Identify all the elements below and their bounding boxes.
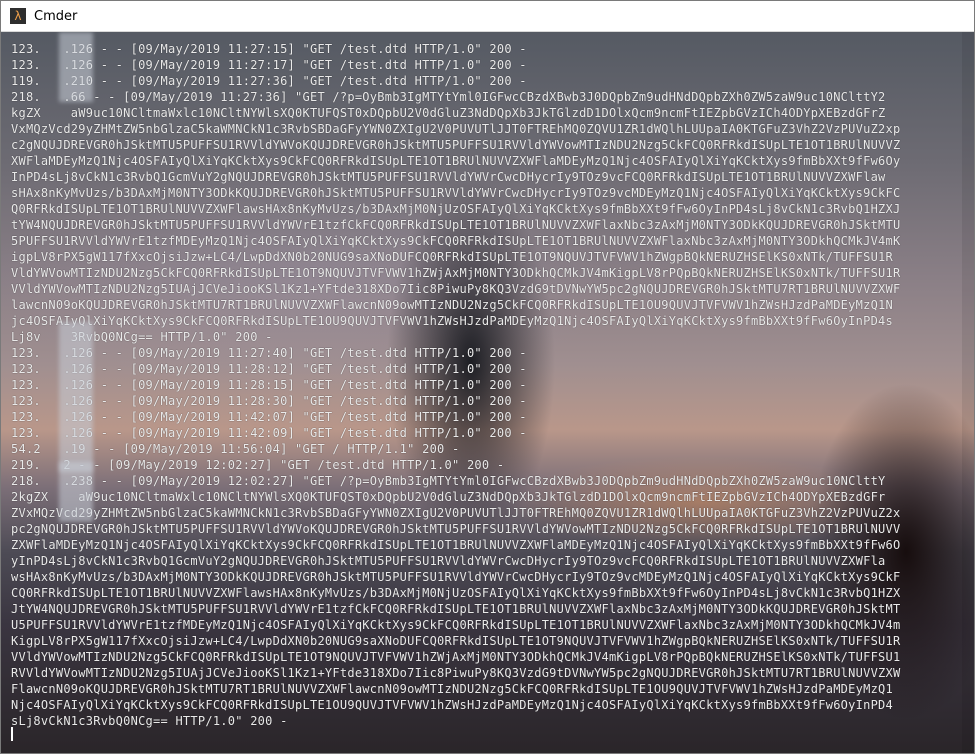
console-line: 218. .238 - - [09/May/2019 12:02:27] "GE… [11, 474, 886, 488]
console-line: 2kgZX aW9uc10NCltmaWxlc10NCltNYWlsXQ0KTU… [11, 490, 886, 504]
console-line: RVVldYWVowMTIzNDU2Nzg5IUAjJCVeJiooKSl1Kz… [11, 666, 901, 680]
window-title: Cmder [34, 8, 78, 24]
cmder-window: λ Cmder 123. .126 - - [09/May/2019 11:27… [0, 0, 975, 754]
console-line: Q0RFRkdISUpLTE1OT1BRUlNUVVZXWFlawsHAx8nK… [11, 202, 901, 216]
console-line: c2gNQUJDREVGR0hJSktMTU5PUFFSU1RVVldYWVoK… [11, 138, 901, 152]
console-line: yInPD4sLj8vCkN1c3RvbQ1GcmVuY2gNQUJDREVGR… [11, 554, 886, 568]
scrollbar[interactable] [962, 32, 974, 753]
lambda-icon: λ [10, 8, 26, 24]
console-line: ZVxMQzVcd29yZHMtZW5nbGlzaC5kaWMNCkN1c3Rv… [11, 506, 901, 520]
console-line: kgZX aW9uc10NCltmaWxlc10NCltNYWlsXQ0KTUF… [11, 106, 886, 120]
console-line: U5PUFFSU1RVVldYWVrE1tzfMDEyMzQ1Njc4OSFAI… [11, 618, 901, 632]
redaction-blur [59, 32, 93, 102]
redaction-blur [59, 322, 93, 472]
console-line: tYW4NQUJDREVGR0hJSktMTU5PUFFSU1RVVldYWVr… [11, 218, 901, 232]
redaction-blur [59, 462, 93, 522]
console-line: FlawcnN09oKQUJDREVGR0hJSktMTU7RT1BRUlNUV… [11, 682, 894, 696]
console-line: InPD4sLj8vCkN1c3RvbQ1GcmVuY2gNQUJDREVGR0… [11, 170, 886, 184]
console-line: Njc4OSFAIyQlXiYqKCktXys9CkFCQ0RFRkdISUpL… [11, 698, 894, 712]
console-line: CQ0RFRkdISUpLTE1OT1BRUlNUVVZXWFlawsHAx8n… [11, 586, 901, 600]
console-line: VVldYWVowMTIzNDU2Nzg5CkFCQ0RFRkdISUpLTE1… [11, 650, 901, 664]
console-line: 218. .66 - - [09/May/2019 11:27:36] "GET… [11, 90, 886, 104]
console-line: VldYWVowMTIzNDU2Nzg5CkFCQ0RFRkdISUpLTE1O… [11, 266, 901, 280]
console-line: wsHAx8nKyMvUzs/b3DAxMjM0NTY3ODkKQUJDREVG… [11, 570, 901, 584]
console-line: jc4OSFAIyQlXiYqKCktXys9CkFCQ0RFRkdISUpLT… [11, 314, 894, 328]
console-line: lawcnN09oKQUJDREVGR0hJSktMTU7RT1BRUlNUVV… [11, 298, 894, 312]
console-line: 5PUFFSU1RVVldYWVrE1tzfMDEyMzQ1Njc4OSFAIy… [11, 234, 901, 248]
text-cursor [11, 727, 13, 741]
console-line: VxMQzVcd29yZHMtZW5nbGlzaC5kaWMNCkN1c3Rvb… [11, 122, 901, 136]
console-line: KigpLV8rPX5gW117fXxcOjsiJzw+LC4/LwpDdXN0… [11, 634, 901, 648]
title-bar[interactable]: λ Cmder [1, 1, 974, 32]
console-line: sHAx8nKyMvUzs/b3DAxMjM0NTY3ODkKQUJDREVGR… [11, 186, 901, 200]
console-line: XWFlaMDEyMzQ1Njc4OSFAIyQlXiYqKCktXys9CkF… [11, 154, 901, 168]
terminal-console[interactable]: 123. .126 - - [09/May/2019 11:27:15] "GE… [1, 32, 974, 753]
console-line: sLj8vCkN1c3RvbQ0NCg== HTTP/1.0" 200 - [11, 714, 288, 728]
console-line: VVldYWVowMTIzNDU2Nzg5IUAjJCVeJiooKSl1Kz1… [11, 282, 901, 296]
console-line: igpLV8rPX5gW117fXxcOjsiJzw+LC4/LwpDdXN0b… [11, 250, 894, 264]
console-line: JtYW4NQUJDREVGR0hJSktMTU5PUFFSU1RVVldYWV… [11, 602, 901, 616]
console-line: ZXWFlaMDEyMzQ1Njc4OSFAIyQlXiYqKCktXys9Ck… [11, 538, 901, 552]
console-line: pc2gNQUJDREVGR0hJSktMTU5PUFFSU1RVVldYWVo… [11, 522, 901, 536]
console-line: Lj8v 3RvbQ0NCg== HTTP/1.0" 200 - [11, 330, 273, 344]
